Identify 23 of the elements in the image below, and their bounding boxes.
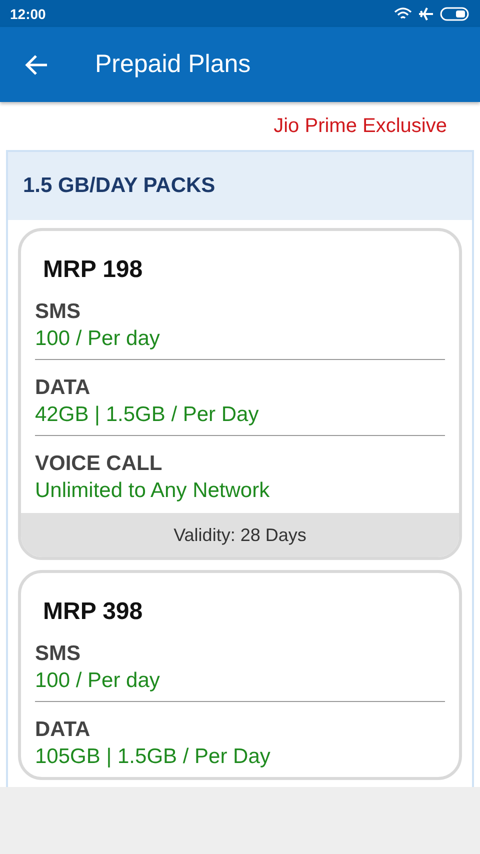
benefit-label: SMS (35, 642, 82, 666)
battery-icon (440, 6, 470, 20)
plan-card[interactable]: MRP 398 SMS 100 / Per day DATA 105GB | 1.5GB / Per Day (18, 570, 462, 780)
benefit-value: 100 / Per day (35, 669, 161, 693)
benefit-label: SMS (35, 300, 82, 324)
benefit-value: 100 / Per day (35, 327, 161, 351)
airplane-icon (418, 6, 434, 20)
screen-title: Prepaid Plans (95, 50, 251, 79)
wifi-icon (394, 6, 412, 20)
exclusive-label: Jio Prime Exclusive (274, 115, 447, 138)
back-arrow-icon (25, 54, 49, 76)
plan-card[interactable]: MRP 198 SMS 100 / Per day DATA 42GB | 1.5GB / Per Day VOICE CALL Unlimited to Any Network Validity: 28 Days (18, 228, 462, 560)
benefit-label: VOICE CALL (35, 452, 164, 476)
plan-price: MRP 398 (42, 597, 144, 626)
benefit-label: DATA (35, 718, 92, 742)
benefit-value: 42GB | 1.5GB / Per Day (35, 403, 260, 427)
benefit-value: 105GB | 1.5GB / Per Day (35, 745, 272, 769)
validity-text: Validity: 28 Days (174, 524, 306, 546)
section-title: 1.5 GB/DAY PACKS (23, 174, 216, 198)
plan-price: MRP 198 (42, 255, 144, 284)
clock-time: 12:00 (10, 6, 46, 22)
benefit-value: Unlimited to Any Network (35, 479, 271, 503)
benefit-label: DATA (35, 376, 92, 400)
